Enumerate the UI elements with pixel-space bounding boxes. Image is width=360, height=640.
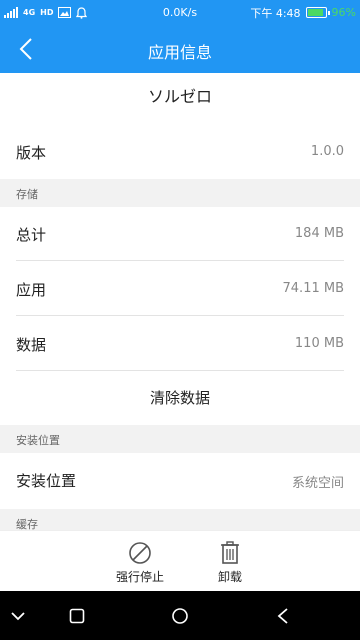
app-name: ソルゼロ bbox=[147, 87, 212, 106]
circle-icon bbox=[172, 608, 188, 624]
version-label: 版本 bbox=[16, 144, 47, 162]
chevron-down-icon bbox=[11, 612, 25, 621]
square-icon bbox=[69, 608, 85, 624]
section-label: 存储 bbox=[16, 188, 38, 201]
clock: 下午 4:48 bbox=[250, 6, 301, 20]
status-bar: 4G HD 0.0K/s 下午 4:48 96% bbox=[0, 0, 360, 25]
title-bar: 应用信息 bbox=[0, 25, 360, 73]
triangle-back-icon bbox=[277, 608, 288, 624]
stop-icon bbox=[129, 542, 151, 564]
battery-icon bbox=[305, 7, 330, 18]
storage-total-value: 184 MB bbox=[294, 226, 344, 241]
storage-app-label: 应用 bbox=[16, 281, 47, 299]
install-location-label: 安装位置 bbox=[16, 472, 77, 490]
uninstall-label: 卸载 bbox=[217, 570, 242, 584]
page-title: 应用信息 bbox=[147, 43, 212, 62]
storage-app-row: 应用 74.11 MB bbox=[0, 262, 360, 316]
section-header-storage: 存储 bbox=[0, 179, 360, 207]
bottom-action-bar: 强行停止 卸载 bbox=[0, 530, 360, 591]
navigation-bar bbox=[0, 591, 360, 640]
nav-recents-button[interactable] bbox=[64, 603, 90, 629]
battery-percent: 96% bbox=[331, 6, 356, 19]
force-stop-label: 强行停止 bbox=[115, 570, 164, 584]
storage-data-value: 110 MB bbox=[294, 336, 344, 351]
uninstall-button[interactable]: 卸载 bbox=[190, 540, 270, 585]
storage-total-label: 总计 bbox=[16, 226, 47, 244]
storage-data-row: 数据 110 MB bbox=[0, 317, 360, 371]
divider bbox=[16, 315, 344, 316]
storage-total-row: 总计 184 MB bbox=[0, 207, 360, 261]
storage-app-value: 74.11 MB bbox=[282, 281, 344, 296]
version-value: 1.0.0 bbox=[310, 144, 344, 159]
version-row: 版本 1.0.0 bbox=[0, 125, 360, 179]
nav-back-button[interactable] bbox=[270, 603, 296, 629]
nav-collapse-button[interactable] bbox=[5, 603, 31, 629]
nav-home-button[interactable] bbox=[167, 603, 193, 629]
section-label: 安装位置 bbox=[16, 434, 60, 447]
clear-data-button[interactable]: 清除数据 bbox=[0, 371, 360, 425]
storage-data-label: 数据 bbox=[16, 336, 47, 354]
install-location-row[interactable]: 安装位置 系统空间 bbox=[0, 453, 360, 507]
install-location-value: 系统空间 bbox=[291, 476, 344, 491]
trash-icon bbox=[221, 541, 239, 564]
force-stop-button[interactable]: 强行停止 bbox=[100, 540, 180, 585]
divider bbox=[16, 260, 344, 261]
status-right: 下午 4:48 96% bbox=[250, 5, 356, 20]
section-header-install: 安装位置 bbox=[0, 425, 360, 453]
